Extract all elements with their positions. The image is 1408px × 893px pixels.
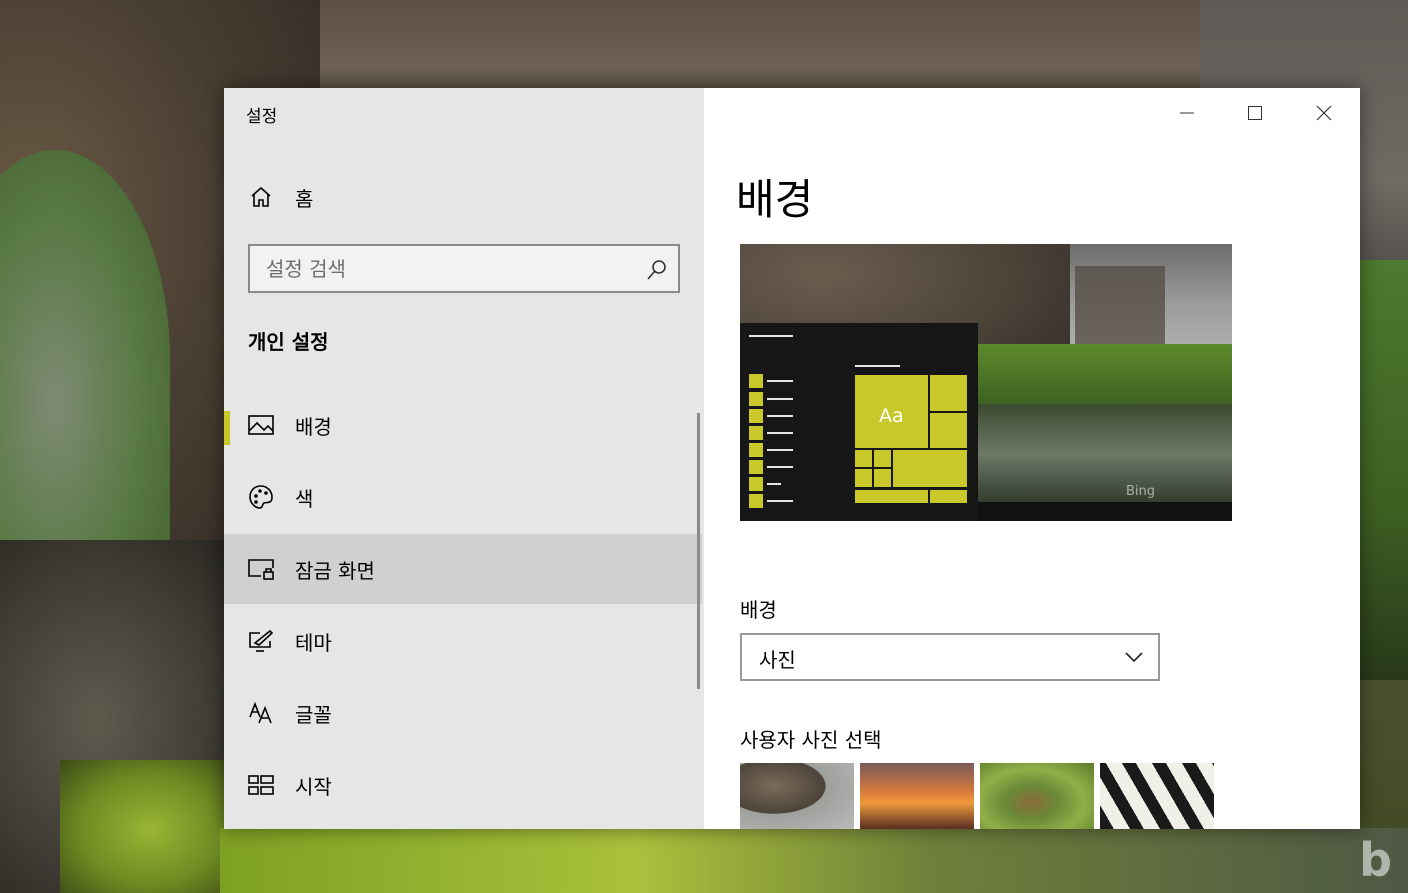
nav-themes-label: 테마 — [295, 630, 332, 655]
close-button[interactable] — [1301, 98, 1347, 128]
choose-photo-label: 사용자 사진 선택 — [740, 728, 882, 752]
nav-home[interactable]: 홈 — [224, 162, 702, 232]
settings-search-input[interactable] — [266, 252, 636, 285]
preview-bing-watermark: Bing — [1126, 484, 1156, 499]
preview-tile — [930, 413, 967, 448]
preview-list-line — [749, 335, 793, 337]
background-preview: Bing Aa — [740, 244, 1232, 521]
wallpaper-ground — [220, 828, 1408, 893]
preview-list-line — [767, 415, 793, 417]
minimize-button[interactable] — [1164, 98, 1210, 128]
preview-list-tile — [749, 460, 763, 474]
home-icon — [248, 184, 274, 210]
preview-wide-tile — [893, 450, 967, 487]
start-tiles-icon — [248, 772, 274, 798]
preview-list-tile — [749, 409, 763, 423]
font-icon — [248, 700, 274, 726]
maximize-button[interactable] — [1232, 98, 1278, 128]
selection-indicator — [224, 411, 230, 445]
app-title: 설정 — [246, 107, 278, 127]
preview-list-tile — [749, 477, 763, 491]
nav-themes[interactable]: 테마 — [224, 606, 702, 676]
nav-start[interactable]: 시작 — [224, 750, 702, 820]
preview-list-line — [767, 483, 781, 485]
nav-colors[interactable]: 색 — [224, 462, 702, 532]
photo-thumbnail-chipmunk[interactable] — [980, 763, 1094, 829]
picture-icon — [248, 412, 274, 438]
photo-thumbnail-bridge[interactable] — [740, 763, 854, 829]
search-icon[interactable] — [645, 258, 669, 282]
section-heading: 개인 설정 — [248, 330, 329, 354]
theme-brush-icon — [248, 628, 274, 654]
preview-list-line — [767, 466, 793, 468]
nav-start-label: 시작 — [295, 774, 332, 799]
preview-water — [978, 404, 1232, 504]
nav-background[interactable]: 배경 — [224, 390, 702, 460]
photo-thumbnail-sunset[interactable] — [860, 763, 974, 829]
preview-list-line — [767, 500, 793, 502]
preview-list-tile — [749, 392, 763, 406]
nav-background-label: 배경 — [295, 414, 332, 439]
palette-icon — [248, 484, 274, 510]
preview-sample-text: Aa — [879, 405, 904, 427]
preview-list-line — [767, 432, 793, 434]
preview-list-tile — [749, 374, 763, 388]
nav-fonts[interactable]: 글꼴 — [224, 678, 702, 748]
nav-lock-screen[interactable]: 잠금 화면 — [224, 534, 702, 604]
preview-list-tile — [749, 426, 763, 440]
page-title: 배경 — [736, 175, 814, 224]
settings-content: 배경 Bing Aa 배경 사진 사용자 사진 선택 — [704, 88, 1360, 829]
background-type-dropdown[interactable]: 사진 — [740, 633, 1160, 681]
background-type-value: 사진 — [759, 648, 796, 672]
preview-land — [978, 344, 1232, 404]
lock-screen-icon — [248, 556, 274, 582]
preview-tile — [855, 490, 928, 503]
nav-colors-label: 색 — [295, 486, 314, 511]
background-type-label: 배경 — [740, 598, 777, 622]
sidebar-scrollbar[interactable] — [697, 413, 700, 689]
bing-logo: b — [1359, 833, 1392, 887]
nav-fonts-label: 글꼴 — [295, 702, 332, 727]
preview-tile — [855, 469, 872, 487]
preview-list-line — [767, 449, 793, 451]
preview-start-menu: Aa — [740, 323, 978, 521]
preview-tile — [930, 490, 967, 503]
preview-list-tile — [749, 443, 763, 457]
nav-lock-screen-label: 잠금 화면 — [295, 558, 375, 583]
wallpaper-moss — [60, 760, 240, 893]
preview-tile — [930, 375, 967, 411]
preview-list-line — [767, 380, 793, 382]
preview-tile — [874, 450, 891, 467]
photo-thumbnail-fish[interactable] — [1100, 763, 1214, 829]
preview-grid-header — [855, 365, 900, 367]
chevron-down-icon — [1122, 645, 1146, 669]
preview-list-tile — [749, 494, 763, 508]
settings-search-box[interactable] — [248, 244, 680, 293]
preview-tile — [855, 450, 872, 467]
settings-window: 설정 홈 개인 설정 배경 색 — [224, 88, 1360, 829]
settings-sidebar: 설정 홈 개인 설정 배경 색 — [224, 88, 704, 829]
nav-home-label: 홈 — [295, 186, 314, 211]
preview-list-line — [767, 398, 793, 400]
preview-tile — [874, 469, 891, 487]
